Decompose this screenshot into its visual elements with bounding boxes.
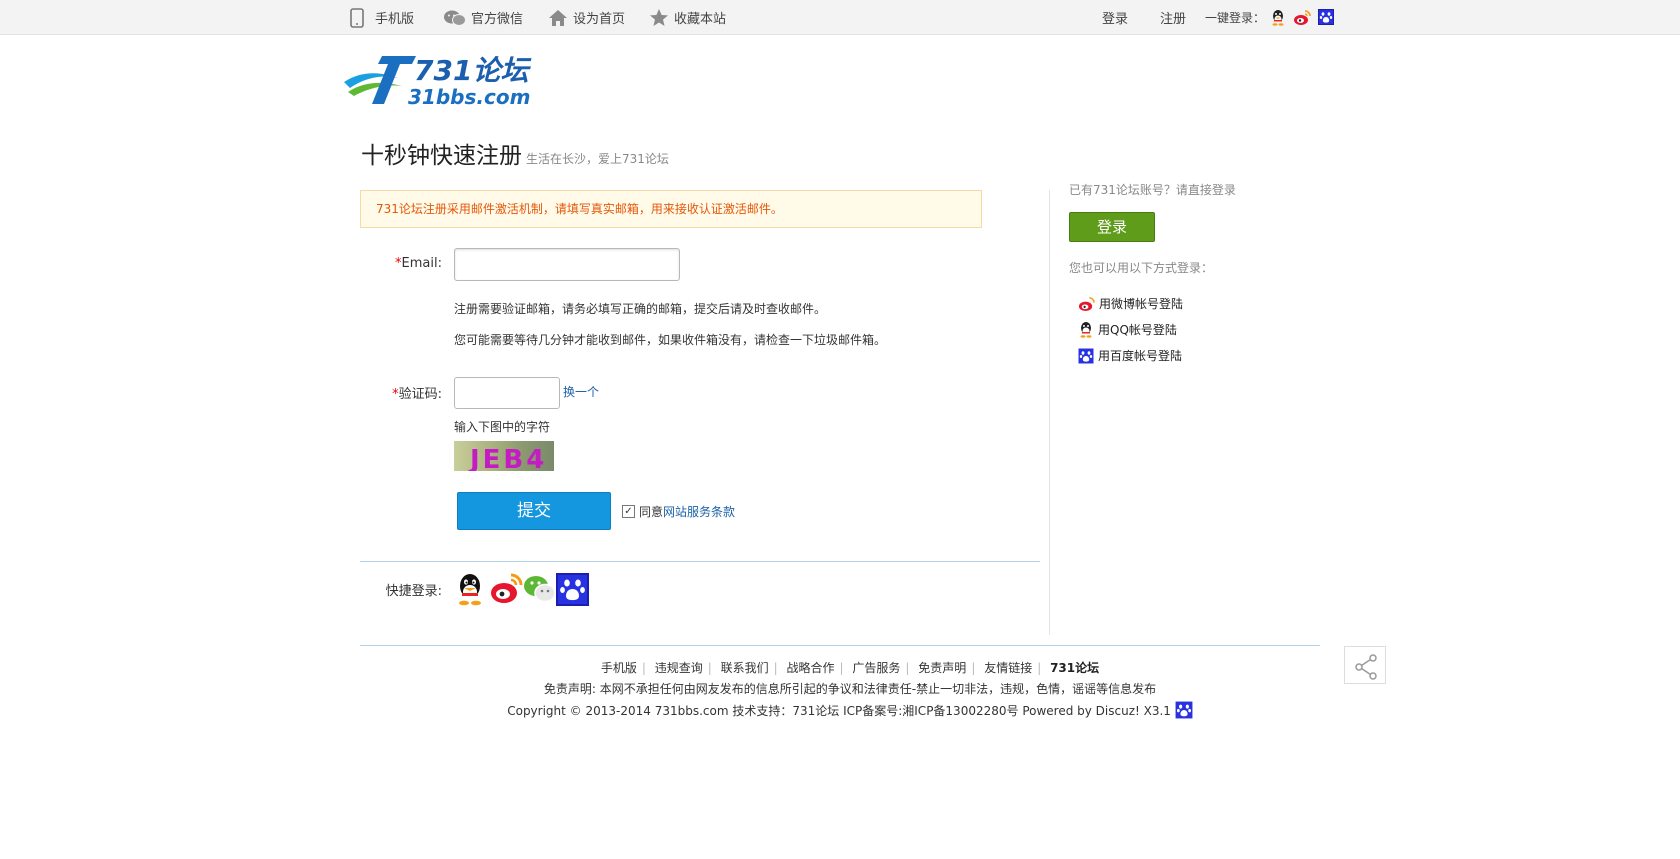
phone-icon xyxy=(350,7,364,28)
quick-qq-login[interactable] xyxy=(454,572,486,606)
footer-link-site[interactable]: 731论坛 xyxy=(1050,661,1099,675)
captcha-hint: 输入下图中的字符 xyxy=(454,420,551,434)
site-logo[interactable]: 731论坛 31bbs.com xyxy=(342,52,562,110)
mobile-link[interactable]: 手机版 xyxy=(350,0,414,35)
wechat-icon xyxy=(444,10,466,26)
form-divider xyxy=(360,561,1040,562)
logo-text-cn: 731论坛 xyxy=(414,54,532,87)
logo-graphic: 731论坛 31bbs.com xyxy=(344,54,532,109)
qq-icon xyxy=(1272,10,1284,26)
footer-link-disclaimer[interactable]: 免责声明 xyxy=(918,661,966,675)
share-button[interactable] xyxy=(1344,646,1386,684)
email-label: *Email: xyxy=(395,256,442,271)
topbar-qq-login[interactable] xyxy=(1270,9,1286,26)
other-login-text: 您也可以用以下方式登录： xyxy=(1069,261,1214,275)
sidebar-login-button[interactable]: 登录 xyxy=(1069,212,1155,242)
weibo-login-link[interactable]: 用微博帐号登陆 xyxy=(1078,295,1183,312)
qq-icon xyxy=(1080,322,1092,338)
captcha-image[interactable]: JEB4 xyxy=(454,441,554,471)
set-home-link[interactable]: 设为首页 xyxy=(548,0,625,35)
weibo-icon xyxy=(1294,10,1311,25)
star-icon xyxy=(650,9,668,26)
quick-baidu-login[interactable] xyxy=(556,573,589,606)
email-input[interactable] xyxy=(454,248,680,281)
captcha-input[interactable] xyxy=(454,377,560,409)
footer-links: 手机版 | 违规查询 | 联系我们 | 战略合作 | 广告服务 | 免责声明 | 友情链接 |… xyxy=(600,661,1100,675)
qq-login-link[interactable]: 用QQ帐号登陆 xyxy=(1078,321,1177,338)
one-click-label: 一键登录： xyxy=(1205,11,1266,25)
weibo-icon xyxy=(1078,296,1095,311)
captcha-label: *验证码: xyxy=(392,387,442,402)
baidu-paw-icon xyxy=(1318,9,1334,25)
footer-link-partner[interactable]: 战略合作 xyxy=(787,661,835,675)
quick-login-label: 快捷登录: xyxy=(385,584,442,599)
topbar-login-link[interactable]: 登录 xyxy=(1102,0,1128,35)
captcha-graphic: JEB4 xyxy=(468,445,547,471)
qq-icon xyxy=(459,574,481,606)
quick-weibo-login[interactable] xyxy=(489,572,523,606)
terms-link[interactable]: 网站服务条款 xyxy=(663,503,735,520)
captcha-text: JEB4 xyxy=(468,445,547,471)
logo-text-domain: 31bbs.com xyxy=(408,85,530,109)
top-bar: 手机版 官方微信 设为首页 收藏本站 登录 注册 一键登录： xyxy=(0,0,1680,35)
footer-copyright: Copyright © 2013-2014 731bbs.com 技术支持：73… xyxy=(0,701,1680,719)
have-account-text: 已有731论坛账号？请直接登录 xyxy=(1069,183,1236,197)
baidu-paw-icon xyxy=(556,573,589,606)
page-subtitle: 生活在长沙，爱上731论坛 xyxy=(526,152,669,166)
submit-button[interactable]: 提交 xyxy=(457,492,611,530)
page-title: 十秒钟快速注册 生活在长沙，爱上731论坛 xyxy=(361,136,669,170)
topbar-register-link[interactable]: 注册 xyxy=(1160,0,1186,35)
weibo-icon xyxy=(491,573,523,603)
email-hint-2: 您可能需要等待几分钟才能收到邮件，如果收件箱没有，请检查一下垃圾邮件箱。 xyxy=(454,333,887,347)
refresh-captcha-link[interactable]: 换一个 xyxy=(563,383,599,400)
email-hint-1: 注册需要验证邮箱，请务必填写正确的邮箱，提交后请及时查收邮件。 xyxy=(454,302,827,316)
baidu-paw-icon xyxy=(1175,701,1193,719)
activation-notice: 731论坛注册采用邮件激活机制，请填写真实邮箱，用来接收认证激活邮件。 xyxy=(360,190,982,228)
baidu-login-link[interactable]: 用百度帐号登陆 xyxy=(1078,347,1182,364)
footer-disclaimer: 免责声明: 本网不承担任何由网友发布的信息所引起的争议和法律责任-禁止一切非法，… xyxy=(543,682,1157,696)
home-icon xyxy=(549,9,567,26)
topbar-weibo-login[interactable] xyxy=(1293,9,1311,26)
footer-link-contact[interactable]: 联系我们 xyxy=(721,661,769,675)
share-icon xyxy=(1355,654,1377,680)
sidebar-divider xyxy=(1049,190,1050,635)
wechat-icon xyxy=(524,576,556,603)
quick-wechat-login[interactable] xyxy=(523,572,557,606)
baidu-paw-icon xyxy=(1078,348,1094,363)
footer-link-ads[interactable]: 广告服务 xyxy=(852,661,900,675)
footer-link-mobile[interactable]: 手机版 xyxy=(601,661,637,675)
bookmark-link[interactable]: 收藏本站 xyxy=(649,0,726,35)
wechat-link[interactable]: 官方微信 xyxy=(444,0,523,35)
topbar-baidu-login[interactable] xyxy=(1318,9,1334,25)
footer-link-friends[interactable]: 友情链接 xyxy=(984,661,1032,675)
page-title-text: 十秒钟快速注册 xyxy=(361,143,522,169)
footer-divider xyxy=(360,645,1320,646)
agree-terms: ✓ 同意 网站服务条款 xyxy=(622,503,735,520)
agree-checkbox[interactable]: ✓ xyxy=(622,505,635,518)
footer-link-violation[interactable]: 违规查询 xyxy=(655,661,703,675)
